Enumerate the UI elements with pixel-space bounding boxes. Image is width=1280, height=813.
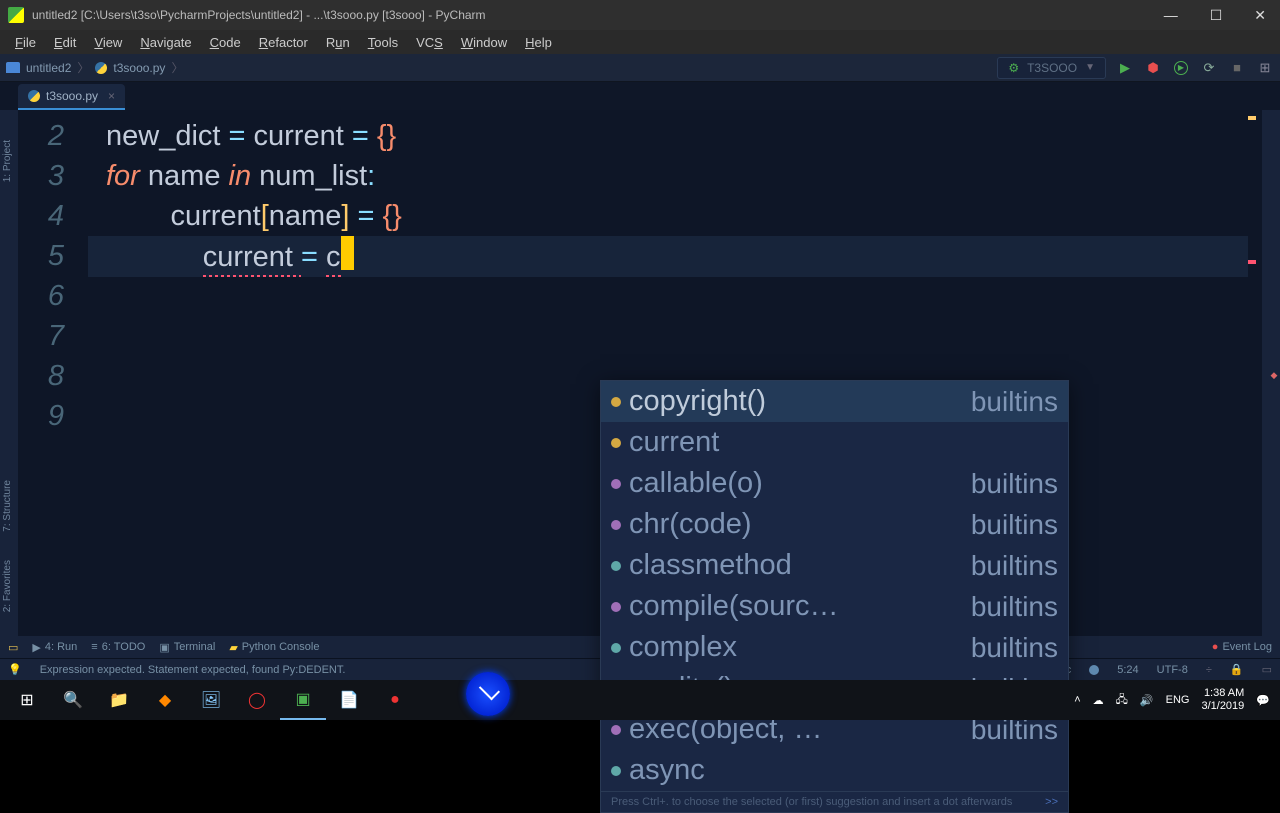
chevron-right-icon: 〉 <box>171 59 183 76</box>
tool-eventlog[interactable]: ● Event Log <box>1212 641 1272 653</box>
tray-network-icon[interactable]: 🖧 <box>1116 691 1128 710</box>
menu-refactor[interactable]: Refactor <box>250 32 317 53</box>
pycharm-icon <box>8 7 24 23</box>
side-tool-structure[interactable]: 7: Structure <box>2 480 13 532</box>
system-tray[interactable]: ˄ ☁ 🖧 🔊 ENG 1:38 AM3/1/2019 💬 <box>1074 687 1276 713</box>
taskbar-notepad[interactable]: 📄 <box>326 680 372 720</box>
side-tool-project[interactable]: 1: Project <box>2 140 13 182</box>
sciview-tool[interactable]: ◆ <box>1270 371 1280 381</box>
gear-icon: ⚙ <box>1008 61 1019 75</box>
menu-edit[interactable]: Edit <box>45 32 85 53</box>
menu-view[interactable]: View <box>85 32 131 53</box>
completion-item[interactable]: classmethodbuiltins <box>601 545 1068 586</box>
python-file-icon <box>28 90 40 102</box>
completion-hint-link[interactable]: >> <box>1045 795 1058 809</box>
debug-button[interactable]: ⬢ <box>1144 59 1162 77</box>
lock-icon[interactable]: 🔒 <box>1230 663 1244 676</box>
left-tool-strip[interactable] <box>0 110 18 636</box>
status-caret-pos[interactable]: 5:24 <box>1117 664 1138 676</box>
chevron-down-icon: ▼ <box>1085 62 1095 73</box>
close-button[interactable]: ✕ <box>1248 5 1272 26</box>
menu-bar: File Edit View Navigate Code Refactor Ru… <box>0 30 1280 54</box>
stop-button[interactable]: ■ <box>1228 59 1246 77</box>
tray-lang[interactable]: ENG <box>1166 694 1190 706</box>
menu-vcs[interactable]: VCS <box>407 32 452 53</box>
tray-up-icon[interactable]: ˄ <box>1074 694 1080 706</box>
error-stripe[interactable] <box>1248 110 1262 636</box>
menu-window[interactable]: Window <box>452 32 516 53</box>
taskbar-opera[interactable]: ◯ <box>234 680 280 720</box>
completion-item[interactable]: copyright()builtins <box>601 381 1068 422</box>
chevron-right-icon: 〉 <box>77 59 89 76</box>
editor-tab[interactable]: t3sooo.py × <box>18 84 125 110</box>
completion-item[interactable]: complexbuiltins <box>601 627 1068 668</box>
maximize-button[interactable]: ☐ <box>1204 5 1229 26</box>
taskbar-sublime[interactable]: ◆ <box>142 680 188 720</box>
taskbar-search[interactable]: 🔍 <box>50 680 96 720</box>
tray-clock[interactable]: 1:38 AM3/1/2019 <box>1201 687 1244 713</box>
completion-hint: Press Ctrl+. to choose the selected (or … <box>601 791 1068 812</box>
minimize-button[interactable]: — <box>1158 5 1184 26</box>
tray-notifications-icon[interactable]: 💬 <box>1256 694 1270 707</box>
title-bar: untitled2 [C:\Users\t3so\PycharmProjects… <box>0 0 1280 30</box>
taskbar-pycharm[interactable]: ▣ <box>280 680 326 720</box>
completion-item[interactable]: current <box>601 422 1068 463</box>
collapse-icon[interactable]: ▭ <box>8 641 18 654</box>
menu-code[interactable]: Code <box>201 32 250 53</box>
breadcrumb-project[interactable]: untitled2 <box>26 61 71 75</box>
taskbar-record[interactable]: ● <box>372 680 418 720</box>
tool-run[interactable]: ▶ 4: Run <box>32 641 77 654</box>
text-caret <box>341 236 354 270</box>
window-title: untitled2 [C:\Users\t3so\PycharmProjects… <box>32 8 1158 22</box>
cursor-highlight <box>466 672 510 716</box>
tab-label: t3sooo.py <box>46 89 98 103</box>
tool-todo[interactable]: ≡ 6: TODO <box>91 641 145 653</box>
right-tool-strip[interactable]: ◆ <box>1262 110 1280 636</box>
tool-pyconsole[interactable]: ▰ Python Console <box>229 641 319 654</box>
menu-run[interactable]: Run <box>317 32 359 53</box>
editor-tab-bar: t3sooo.py × <box>0 82 1280 110</box>
run-button[interactable]: ▶ <box>1116 59 1134 77</box>
menu-navigate[interactable]: Navigate <box>131 32 200 53</box>
theme-dot-icon <box>1089 665 1099 675</box>
run-config-name: T3SOOO <box>1027 61 1077 75</box>
menu-help[interactable]: Help <box>516 32 561 53</box>
menu-tools[interactable]: Tools <box>359 32 407 53</box>
breadcrumb-file[interactable]: t3sooo.py <box>113 61 165 75</box>
search-everywhere-button[interactable]: ⊞ <box>1256 59 1274 77</box>
navigation-bar: untitled2 〉 t3sooo.py 〉 ⚙ T3SOOO ▼ ▶ ⬢ ▶… <box>0 54 1280 82</box>
close-tab-icon[interactable]: × <box>108 89 115 103</box>
tray-cloud-icon[interactable]: ☁ <box>1093 694 1104 707</box>
taskbar-app2[interactable]: 🖼 <box>188 680 234 720</box>
completion-item[interactable]: chr(code)builtins <box>601 504 1068 545</box>
editor: 23456789 new_dict = current = {} for nam… <box>0 110 1280 636</box>
start-button[interactable]: ⊞ <box>4 680 50 720</box>
windows-taskbar: ⊞ 🔍 📁 ◆ 🖼 ◯ ▣ 📄 ● ˄ ☁ 🖧 🔊 ENG 1:38 AM3/1… <box>0 680 1280 720</box>
menu-file[interactable]: File <box>6 32 45 53</box>
completion-item[interactable]: callable(o)builtins <box>601 463 1068 504</box>
completion-item[interactable]: async <box>601 750 1068 791</box>
code-area[interactable]: new_dict = current = {} for name in num_… <box>88 110 1248 636</box>
coverage-button[interactable]: ▶ <box>1172 59 1190 77</box>
run-config-selector[interactable]: ⚙ T3SOOO ▼ <box>997 57 1106 79</box>
lightbulb-icon[interactable]: 💡 <box>8 663 22 676</box>
taskbar-explorer[interactable]: 📁 <box>96 680 142 720</box>
completion-popup[interactable]: copyright()builtins current callable(o)b… <box>600 380 1069 813</box>
line-gutter: 23456789 <box>18 110 88 636</box>
profile-button[interactable]: ⟳ <box>1200 59 1218 77</box>
status-message: Expression expected. Statement expected,… <box>40 664 346 676</box>
side-tool-favorites[interactable]: 2: Favorites <box>2 560 13 612</box>
completion-item[interactable]: compile(sourc…builtins <box>601 586 1068 627</box>
tray-volume-icon[interactable]: 🔊 <box>1140 694 1154 707</box>
status-encoding[interactable]: UTF-8 <box>1157 664 1188 676</box>
python-file-icon <box>95 62 107 74</box>
tool-terminal[interactable]: ▣ Terminal <box>159 641 215 654</box>
folder-icon <box>6 62 20 73</box>
